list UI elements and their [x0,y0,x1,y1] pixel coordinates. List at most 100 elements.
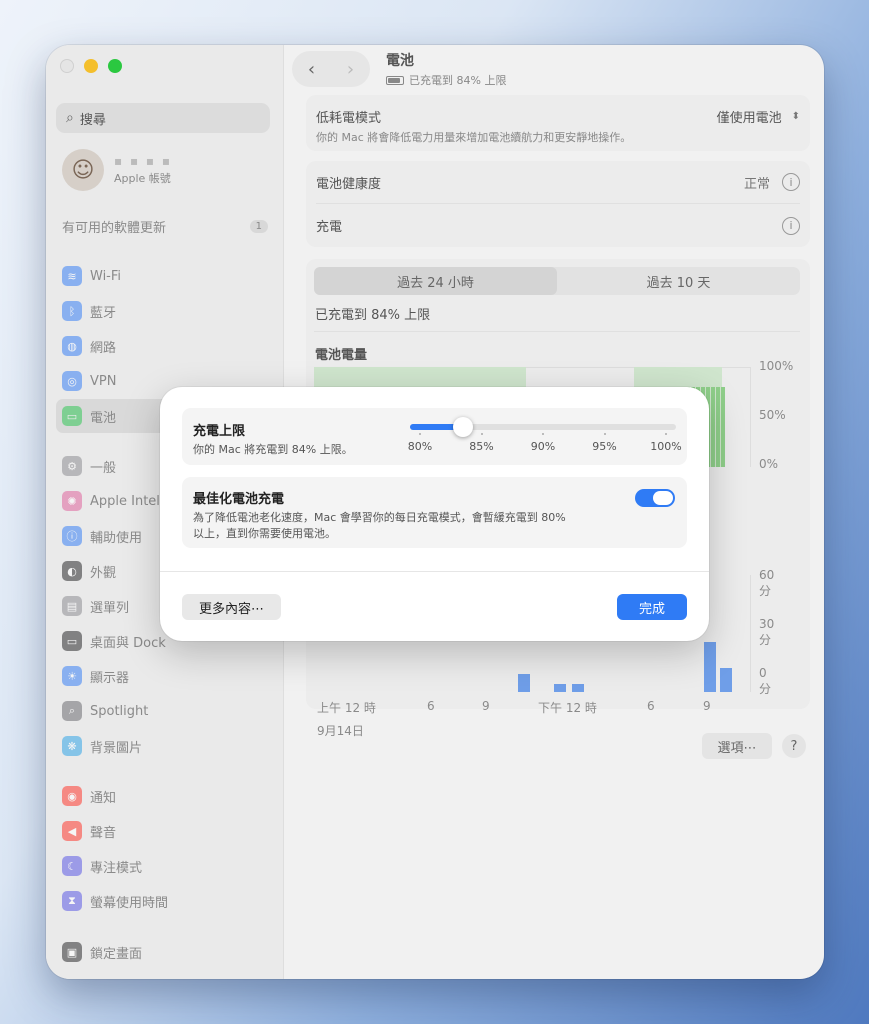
usage-axis-label: 0分 [759,666,772,696]
search-field[interactable]: ⌕ 搜尋 [56,103,270,133]
sidebar-item-icon: ❋ [62,736,82,756]
search-icon: ⌕ [66,110,74,126]
sidebar-item[interactable]: ⧗ 螢幕使用時間 [56,884,274,918]
charge-limit-slider[interactable] [410,417,676,437]
x-axis-label: 下午 12 時 [538,701,597,715]
sidebar-item-icon: ◍ [62,336,82,356]
tab-past-10d[interactable]: 過去 10 天 [557,267,800,295]
level-axis-label: 50% [759,408,786,422]
sidebar-item-label: 網路 [90,340,117,356]
sidebar-item-label: 專注模式 [90,860,143,876]
sidebar-item-label: 螢幕使用時間 [90,895,169,911]
page-subtitle-text: 已充電到 84% 上限 [409,74,507,87]
sidebar-item-label: Wi-Fi [90,268,122,284]
sidebar-item-icon: ᛒ [62,301,82,321]
level-axis-label: 0% [759,457,779,471]
charge-limit-subtitle: 你的 Mac 將充電到 84% 上限。 [193,443,353,456]
slider-tick-label: 90% [530,440,556,453]
sidebar-item[interactable]: ◀ 聲音 [56,814,274,848]
slider-tick-label: 80% [407,440,433,453]
sidebar-item[interactable]: ◉ 通知 [56,779,274,813]
zoom-button[interactable] [108,59,122,73]
update-count-badge: 1 [249,220,268,233]
slider-tick [603,433,606,435]
slider-tick [665,433,667,435]
slider-thumb[interactable] [453,417,473,437]
slider-tick [419,433,421,435]
page-title: 電池 [386,53,414,69]
x-axis-label: 9 [703,699,711,713]
window-controls [60,59,122,73]
slider-tick [480,433,483,435]
health-info-icon[interactable]: i [782,173,800,191]
battery-level-bar [716,387,720,467]
sidebar-item-label: VPN [90,373,117,389]
forward-chevron-icon[interactable]: › [347,59,354,80]
account-row[interactable]: ☺ ▪ ▪ ▪ ▪ Apple 帳號 [62,149,172,191]
sidebar-group-lock: ▣ 鎖定畫面 [56,935,274,970]
tab-past-24h[interactable]: 過去 24 小時 [314,267,557,295]
sidebar-item-icon: ☀ [62,666,82,686]
sidebar-item-label: 桌面與 Dock [90,635,166,651]
sidebar-item-icon: ▭ [62,406,82,426]
usage-bar [720,668,732,692]
usage-bar [704,642,716,692]
sidebar-item-icon: ✺ [62,491,82,511]
x-axis-label: 6 [647,699,655,713]
optimized-charging-toggle[interactable] [635,489,675,507]
back-chevron-icon[interactable]: ‹ [308,59,315,80]
low-power-title: 低耗電模式 [316,111,382,126]
sidebar-item-label: 輔助使用 [90,530,143,546]
help-button[interactable]: ? [782,734,806,758]
slider-tick-label: 85% [469,440,494,453]
x-axis-label: 6 [427,699,435,713]
sidebar-item[interactable]: ⌕ Spotlight [56,694,274,728]
sidebar-item-icon: ⚙ [62,456,82,476]
sidebar-item[interactable]: ≋ Wi-Fi [56,259,274,293]
sidebar-item-label: Apple Intel [90,493,160,509]
health-value: 正常 [743,176,770,192]
divider [314,331,800,332]
account-label: Apple 帳號 [114,172,171,185]
usage-bar [554,684,566,692]
low-power-select[interactable]: 僅使用電池 ⬍ [717,107,800,126]
sidebar-item-icon: ▤ [62,596,82,616]
sidebar-item[interactable]: ◍ 網路 [56,329,274,363]
charge-status-text: 已充電到 84% 上限 [315,308,431,323]
health-label: 電池健康度 [316,176,382,192]
done-button[interactable]: 完成 [617,594,687,620]
sidebar-item-label: 背景圖片 [90,740,143,756]
sidebar-item[interactable]: ☀ 顯示器 [56,659,274,693]
sidebar-item-icon: ◎ [62,371,82,391]
sidebar-item-label: 聲音 [90,825,117,841]
search-placeholder: 搜尋 [79,112,106,128]
more-info-button[interactable]: 更多內容⋯ [182,594,281,620]
optimized-charging-card: 最佳化電池充電 為了降低電池老化速度，Mac 會學習你的每日充電模式，會暫緩充電… [182,477,687,548]
sidebar-item-icon: ▣ [62,942,82,962]
sidebar-item-icon: ≋ [62,266,82,286]
low-power-card: 低耗電模式 你的 Mac 將會降低電力用量來增加電池續航力和更安靜地操作。 僅使… [306,95,810,151]
sidebar-item-icon: ◉ [62,786,82,806]
sidebar-item-label: Spotlight [90,703,149,719]
software-update-row[interactable]: 有可用的軟體更新 1 [62,217,268,236]
charging-info-icon[interactable]: i [782,216,800,235]
sidebar-item[interactable]: ☾ 專注模式 [56,849,274,883]
sidebar-item-label: 選單列 [90,600,130,616]
optimized-charging-description-1: 為了降低電池老化速度，Mac 會學習你的每日充電模式，會暫緩充電到 80% [193,511,566,524]
sidebar-item-label: 顯示器 [90,670,130,686]
close-button[interactable] [60,59,74,73]
sidebar-item[interactable]: ᛒ 藍牙 [56,294,274,328]
sidebar-item-label: 一般 [90,460,117,476]
slider-tick-label: 100% [650,440,682,453]
low-power-description: 你的 Mac 將會降低電力用量來增加電池續航力和更安靜地操作。 [316,131,632,144]
sidebar-item[interactable]: ❋ 背景圖片 [56,729,274,763]
x-axis-label: 9 [482,699,490,713]
options-button[interactable]: 選項⋯ [702,733,772,759]
sidebar-item[interactable]: ▣ 鎖定畫面 [56,935,274,969]
usage-bar [518,674,530,692]
minimize-button[interactable] [84,59,98,73]
sidebar-item-icon: ☾ [62,856,82,876]
sidebar-item-icon: ◐ [62,561,82,581]
toolbar: ‹ › 電池 已充電到 84% 上限 [284,45,824,93]
software-update-label: 有可用的軟體更新 [62,221,167,236]
